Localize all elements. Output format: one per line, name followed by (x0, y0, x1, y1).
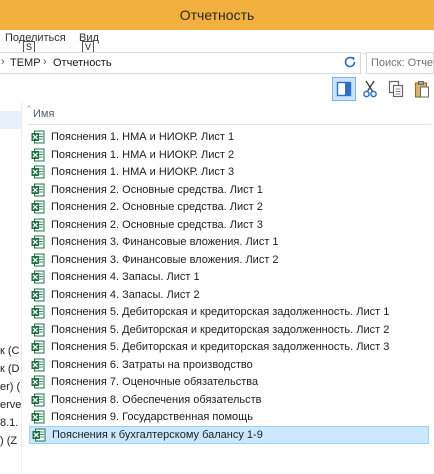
excel-file-icon (31, 270, 45, 284)
file-row[interactable]: Пояснения 1. НМА и НИОКР. Лист 1 (29, 128, 374, 146)
window-title: Отчетность (179, 7, 255, 23)
nav-item-selected[interactable] (0, 111, 21, 129)
excel-file-icon (31, 288, 45, 301)
excel-file-icon (31, 165, 45, 179)
excel-file-icon (31, 410, 45, 424)
address-bar-row: › TEMP › Отчетность (0, 52, 434, 74)
file-row[interactable]: Пояснения к бухгалтерскому балансу 1-9 (29, 425, 429, 444)
file-name: Пояснения 3. Финансовые вложения. Лист 1 (51, 236, 279, 248)
title-bar: Отчетность (0, 0, 434, 30)
search-box[interactable] (366, 52, 434, 74)
nav-item[interactable]: ) (Z (0, 435, 21, 447)
scissors-icon (363, 80, 377, 98)
excel-file-icon (31, 358, 45, 371)
file-row[interactable]: Пояснения 7. Оценочные обязательства (29, 373, 374, 391)
nav-item[interactable]: er) ( (0, 381, 21, 393)
file-name: Пояснения 1. НМА и НИОКР. Лист 2 (51, 148, 235, 161)
breadcrumb-current-folder[interactable]: Отчетность (53, 57, 112, 69)
column-header-divider (27, 124, 431, 125)
excel-file-icon (31, 253, 45, 266)
file-row[interactable]: Пояснения 2. Основные средства. Лист 3 (29, 216, 374, 234)
file-row[interactable]: Пояснения 4. Запасы. Лист 1 (29, 268, 374, 286)
excel-file-icon (32, 428, 46, 441)
search-input[interactable] (367, 53, 433, 73)
file-name: Пояснения 1. НМА и НИОКР. Лист 3 (51, 166, 235, 178)
file-name: Пояснения 3. Финансовые вложения. Лист 2 (51, 253, 279, 266)
excel-file-icon (31, 130, 45, 144)
file-name: Пояснения 6. Затраты на производство (51, 358, 253, 371)
nav-item[interactable]: erve (0, 399, 21, 411)
file-name: Пояснения 5. Дебиторская и кредиторская … (51, 306, 390, 318)
nav-item[interactable]: к (C (0, 345, 21, 357)
file-name: Пояснения 5. Дебиторская и кредиторская … (51, 323, 390, 336)
excel-file-icon (31, 340, 45, 354)
file-row[interactable]: Пояснения 2. Основные средства. Лист 1 (29, 181, 374, 199)
excel-file-icon (31, 235, 45, 249)
paste-icon (414, 81, 429, 98)
file-name: Пояснения 4. Запасы. Лист 2 (51, 288, 200, 301)
file-row[interactable]: Пояснения 5. Дебиторская и кредиторская … (29, 338, 389, 356)
ribbon-tab-share[interactable]: Поделиться (5, 32, 66, 44)
file-row[interactable]: Пояснения 8. Обеспечения обязательств (29, 391, 374, 409)
excel-file-icon (31, 305, 45, 319)
nav-item[interactable]: 8.1. (0, 417, 21, 429)
file-row[interactable]: Пояснения 4. Запасы. Лист 2 (29, 286, 374, 304)
breadcrumb-temp[interactable]: TEMP (10, 57, 41, 69)
preview-pane-icon (336, 81, 352, 97)
file-name: Пояснения 7. Оценочные обязательства (51, 376, 259, 388)
excel-file-icon (31, 375, 45, 389)
file-row[interactable]: Пояснения 1. НМА и НИОКР. Лист 2 (29, 146, 374, 164)
excel-file-icon (31, 393, 45, 406)
breadcrumb-separator: › (1, 56, 5, 68)
excel-file-icon (31, 148, 45, 161)
file-row[interactable]: Пояснения 3. Финансовые вложения. Лист 2 (29, 251, 374, 269)
breadcrumb-separator: › (43, 56, 47, 68)
excel-file-icon (31, 218, 45, 231)
paste-button[interactable] (410, 77, 434, 101)
file-name: Пояснения 4. Запасы. Лист 1 (51, 271, 200, 283)
copy-icon (388, 80, 404, 98)
file-name: Пояснения 2. Основные средства. Лист 3 (51, 218, 263, 231)
file-row[interactable]: Пояснения 5. Дебиторская и кредиторская … (29, 321, 389, 339)
sort-indicator-icon: ^ (27, 104, 31, 113)
excel-file-icon (31, 183, 45, 196)
address-bar[interactable]: › TEMP › Отчетность (0, 52, 361, 74)
preview-pane-button[interactable] (332, 77, 356, 101)
file-row[interactable]: Пояснения 1. НМА и НИОКР. Лист 3 (29, 163, 374, 181)
file-row[interactable]: Пояснения 2. Основные средства. Лист 2 (29, 198, 374, 216)
file-name: Пояснения к бухгалтерскому балансу 1-9 (52, 428, 263, 441)
toolbar (0, 74, 434, 102)
refresh-icon[interactable] (341, 55, 359, 73)
file-name: Пояснения 8. Обеспечения обязательств (51, 393, 262, 406)
file-row[interactable]: Пояснения 6. Затраты на производство (29, 356, 374, 374)
column-header-name[interactable]: Имя (33, 108, 54, 120)
file-row[interactable]: Пояснения 9. Государственная помощь (29, 408, 374, 426)
copy-button[interactable] (384, 77, 408, 101)
file-name: Пояснения 1. НМА и НИОКР. Лист 1 (51, 131, 235, 143)
file-name: Пояснения 5. Дебиторская и кредиторская … (51, 341, 390, 353)
navigation-pane[interactable]: к (C к (D er) ( erve 8.1. ) (Z (0, 102, 22, 474)
file-name: Пояснения 2. Основные средства. Лист 2 (51, 201, 263, 213)
file-name: Пояснения 2. Основные средства. Лист 1 (51, 183, 263, 196)
file-row[interactable]: Пояснения 3. Финансовые вложения. Лист 1 (29, 233, 374, 251)
cut-button[interactable] (358, 77, 382, 101)
file-list: ^ Имя Пояснения 1. НМА и НИОКР. Лист 1 По… (23, 102, 434, 474)
file-name: Пояснения 9. Государственная помощь (51, 411, 253, 423)
ribbon-tabs: Поделиться S Вид V (0, 30, 434, 54)
file-row[interactable]: Пояснения 5. Дебиторская и кредиторская … (29, 303, 389, 321)
excel-file-icon (31, 200, 45, 214)
excel-file-icon (31, 323, 45, 336)
nav-item[interactable]: к (D (0, 363, 21, 375)
